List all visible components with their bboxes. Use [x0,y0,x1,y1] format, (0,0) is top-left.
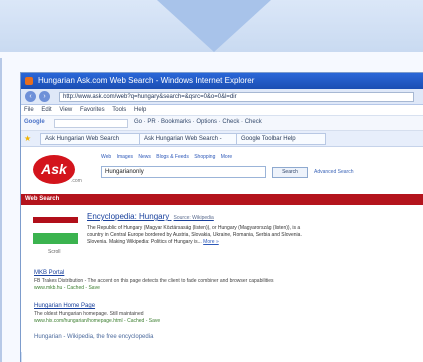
internet-explorer-icon [25,77,33,85]
encyclopedia-green-bar [33,233,78,244]
menu-bar: File Edit View Favorites Tools Help [21,105,423,116]
ask-logo[interactable]: Ask [33,155,75,184]
google-toolbar: Google Go · PR · Bookmarks · Options · C… [21,116,423,131]
encyclopedia-result-title[interactable]: Encyclopedia: Hungary Source: Wikipedia [87,212,214,221]
web-search-header: Web Search [21,194,423,205]
encyclopedia-more-link[interactable]: More » [203,239,219,245]
menu-file[interactable]: File [24,105,34,115]
address-bar[interactable]: http://www.ask.com/web?q=hungary&search=… [59,92,414,102]
search-tab-shopping[interactable]: Shopping [194,154,215,160]
back-button[interactable]: ‹ [25,91,36,102]
encyclopedia-line-1: The Republic of Hungary (Magyar Köztársa… [87,225,301,231]
window-titlebar: Hungarian Ask.com Web Search - Windows I… [21,73,423,89]
menu-edit[interactable]: Edit [41,105,51,115]
window-title: Hungarian Ask.com Web Search - Windows I… [38,76,255,85]
ask-logo-suffix: .com [71,178,82,184]
ask-search-button[interactable]: Search [272,167,308,178]
search-tab-blogs[interactable]: Blogs & Feeds [156,154,189,160]
ask-search-input[interactable]: Hungarianonly [101,166,266,178]
left-rule [0,58,2,362]
search-tab-images[interactable]: Images [117,154,133,160]
encyclopedia-line-3: Slovenia. Making Wikipedia: Politics of … [87,239,219,245]
toolbar-tools[interactable]: Go · PR · Bookmarks · Options · Check · … [134,119,262,125]
ask-page-content: Ask .com Web Images News Blogs & Feeds S… [21,147,423,352]
menu-help[interactable]: Help [134,105,146,115]
tab-google-toolbar-help[interactable]: Google Toolbar Help [236,133,326,145]
tab-ask-search-2[interactable]: Ask Hungarian Web Search - [139,133,237,145]
encyclopedia-red-bar [33,217,78,223]
hungarian-home-result-title[interactable]: Hungarian Home Page [34,303,95,309]
google-search-input[interactable] [54,119,128,128]
menu-favorites[interactable]: Favorites [80,105,105,115]
favorites-star-icon[interactable]: ★ [24,134,31,143]
search-tab-web[interactable]: Web [101,154,111,160]
down-arrow-icon [157,0,271,52]
search-tab-news[interactable]: News [138,154,151,160]
address-toolbar: ‹ › http://www.ask.com/web?q=hungary&sea… [21,89,423,105]
browser-window: Hungarian Ask.com Web Search - Windows I… [20,72,423,362]
hungarian-home-result-url[interactable]: www.hix.com/hungarian/homepage.html - Ca… [34,318,160,324]
search-category-tabs: Web Images News Blogs & Feeds Shopping M… [101,154,236,160]
forward-button[interactable]: › [39,91,50,102]
encyclopedia-source: Source: Wikipedia [173,215,214,221]
next-result-title[interactable]: Hungarian - Wikipedia, the free encyclop… [34,334,153,340]
hungarian-home-result-snippet: The oldest Hungarian homepage. Still mai… [34,311,144,317]
encyclopedia-line-2: country in Central Europe bordered by Au… [87,232,302,238]
screenshot-page: Hungarian Ask.com Web Search - Windows I… [0,0,423,362]
advanced-search-link[interactable]: Advanced Search [314,169,353,175]
encyclopedia-title-text[interactable]: Encyclopedia: Hungary [87,212,169,221]
encyclopedia-line-3-text: Slovenia. Making Wikipedia: Politics of … [87,239,202,245]
mkb-result-title[interactable]: MKB Portal [34,270,64,276]
google-toolbar-label[interactable]: Google [24,119,45,125]
browser-tab-row: ★ Ask Hungarian Web Search Ask Hungarian… [21,131,423,147]
menu-view[interactable]: View [59,105,72,115]
green-bar-label: Scroll [48,249,61,255]
mkb-result-url[interactable]: www.mkb.hu - Cached - Save [34,285,100,291]
mkb-result-snippet: FB Trakes Distribution - The accent on t… [34,278,274,284]
search-tab-more[interactable]: More [221,154,232,160]
tab-ask-search[interactable]: Ask Hungarian Web Search [40,133,140,145]
menu-tools[interactable]: Tools [112,105,126,115]
